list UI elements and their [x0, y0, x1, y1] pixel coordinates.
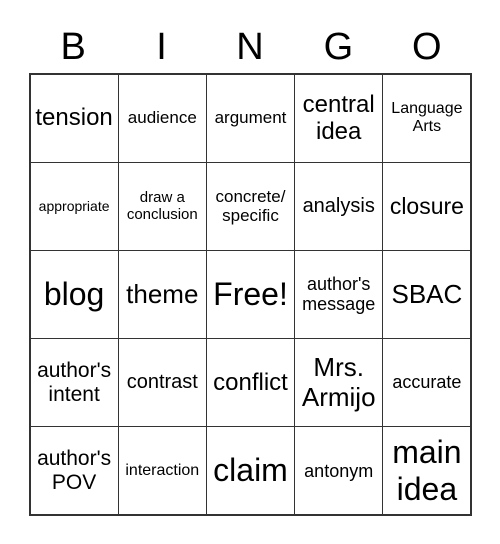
bingo-cell[interactable]: tension	[29, 73, 119, 163]
bingo-cell[interactable]: accurate	[382, 338, 472, 428]
bingo-cell[interactable]: central idea	[294, 73, 384, 163]
header-letter-b: B	[60, 26, 86, 68]
bingo-cell[interactable]: draw a conclusion	[117, 161, 207, 251]
bingo-cell[interactable]: interaction	[117, 426, 207, 516]
header-letter-i: I	[156, 26, 167, 68]
bingo-cell[interactable]: Language Arts	[382, 73, 472, 163]
bingo-cell[interactable]: audience	[117, 73, 207, 163]
header-letter-g: G	[323, 26, 354, 68]
bingo-cell[interactable]: claim	[205, 426, 296, 516]
bingo-grid: tension audience argument central idea Langu…	[29, 73, 472, 516]
bingo-cell[interactable]: author's POV	[29, 426, 119, 516]
bingo-cell[interactable]: author's message	[294, 249, 384, 340]
bingo-cell[interactable]: appropriate	[29, 161, 119, 251]
bingo-cell[interactable]: Free!	[205, 249, 296, 340]
bingo-cell[interactable]: author's intent	[29, 338, 119, 428]
bingo-cell[interactable]: main idea	[382, 426, 472, 516]
bingo-cell[interactable]: SBAC	[382, 249, 472, 340]
bingo-cell[interactable]: closure	[382, 161, 472, 251]
bingo-cell[interactable]: analysis	[294, 161, 384, 251]
header-letter-o: O	[411, 26, 442, 68]
bingo-cell[interactable]: antonym	[294, 426, 384, 516]
bingo-cell[interactable]: contrast	[117, 338, 207, 428]
bingo-cell[interactable]: argument	[205, 73, 296, 163]
bingo-cell[interactable]: blog	[29, 249, 119, 340]
bingo-cell[interactable]: conflict	[205, 338, 296, 428]
bingo-header: B I N G O	[29, 22, 471, 72]
bingo-cell[interactable]: theme	[117, 249, 207, 340]
header-letter-n: N	[236, 26, 264, 68]
bingo-cell[interactable]: concrete/ specific	[205, 161, 296, 251]
bingo-cell[interactable]: Mrs. Armijo	[294, 338, 384, 428]
